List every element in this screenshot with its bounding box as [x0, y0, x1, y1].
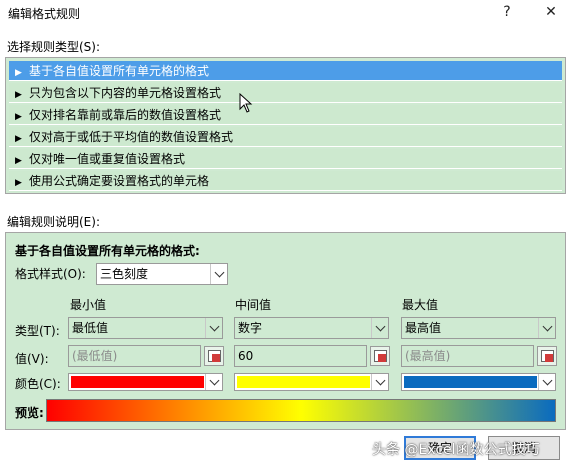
rule-type-item-label: 仅对高于或低于平均值的数值设置格式	[29, 130, 234, 144]
format-style-label: 格式样式(O):	[15, 267, 86, 281]
max-value-input[interactable]: (最高值)	[401, 345, 534, 367]
type-label: 类型(T):	[15, 324, 60, 338]
rule-type-item[interactable]: ▶ 使用公式确定要设置格式的单元格	[9, 171, 562, 191]
triangle-right-icon: ▶	[15, 90, 22, 100]
max-type-select[interactable]: 最高值	[401, 317, 556, 339]
mid-type-select[interactable]: 数字	[234, 317, 389, 339]
max-value-picker-icon[interactable]	[537, 346, 557, 366]
triangle-right-icon: ▶	[15, 134, 22, 144]
min-type-value: 最低值	[72, 321, 109, 335]
rule-type-label: 选择规则类型(S):	[7, 40, 101, 54]
close-button[interactable]: ✕	[540, 2, 562, 22]
description-heading: 基于各自值设置所有单元格的格式:	[15, 244, 200, 258]
mid-column-header: 中间值	[235, 298, 272, 312]
chevron-down-icon	[205, 318, 222, 338]
chevron-down-icon	[210, 264, 227, 284]
rule-type-list: ▶ 基于各自值设置所有单元格的格式 ▶ 只为包含以下内容的单元格设置格式 ▶ 仅对排名靠前…	[5, 57, 566, 194]
max-type-value: 最高值	[405, 321, 442, 335]
rule-type-item-label: 仅对唯一值或重复值设置格式	[29, 152, 186, 166]
chevron-down-icon	[371, 318, 388, 338]
mid-color-select[interactable]	[234, 373, 389, 391]
triangle-right-icon: ▶	[15, 112, 22, 122]
rule-type-item-label: 使用公式确定要设置格式的单元格	[29, 174, 210, 188]
rule-description-label: 编辑规则说明(E):	[7, 215, 100, 229]
rule-type-item[interactable]: ▶ 基于各自值设置所有单元格的格式	[9, 61, 562, 81]
chevron-down-icon	[538, 318, 555, 338]
triangle-right-icon: ▶	[15, 68, 22, 78]
chevron-down-icon	[371, 374, 388, 390]
min-value-input[interactable]: (最低值)	[68, 345, 201, 367]
mid-color-swatch	[237, 376, 370, 388]
format-style-value: 三色刻度	[100, 267, 149, 281]
color-label: 颜色(C):	[15, 377, 61, 391]
max-column-header: 最大值	[402, 298, 439, 312]
dialog-title: 编辑格式规则	[8, 7, 81, 21]
help-button[interactable]: ?	[496, 2, 518, 22]
format-style-select[interactable]: 三色刻度	[96, 263, 228, 285]
mid-value-picker-icon[interactable]	[370, 346, 390, 366]
min-color-swatch	[71, 376, 204, 388]
value-label: 值(V):	[15, 352, 49, 366]
min-color-select[interactable]	[68, 373, 223, 391]
rule-description-panel: 基于各自值设置所有单元格的格式: 格式样式(O): 三色刻度 最小值 中间值 最…	[5, 232, 566, 430]
rule-type-item-label: 仅对排名靠前或靠后的数值设置格式	[29, 108, 222, 122]
rule-type-item[interactable]: ▶ 仅对高于或低于平均值的数值设置格式	[9, 127, 562, 147]
min-type-select[interactable]: 最低值	[68, 317, 223, 339]
mouse-cursor-icon	[239, 93, 253, 113]
min-value-picker-icon[interactable]	[204, 346, 224, 366]
rule-type-item-label: 基于各自值设置所有单元格的格式	[29, 64, 210, 78]
chevron-down-icon	[205, 374, 222, 390]
rule-type-item-label: 只为包含以下内容的单元格设置格式	[29, 86, 222, 100]
preview-label: 预览:	[15, 406, 44, 420]
mid-type-value: 数字	[238, 321, 263, 335]
max-color-swatch	[404, 376, 537, 388]
rule-type-item[interactable]: ▶ 仅对排名靠前或靠后的数值设置格式	[9, 105, 562, 125]
triangle-right-icon: ▶	[15, 178, 22, 188]
rule-type-item[interactable]: ▶ 仅对唯一值或重复值设置格式	[9, 149, 562, 169]
color-scale-preview	[46, 399, 556, 422]
rule-type-item[interactable]: ▶ 只为包含以下内容的单元格设置格式	[9, 83, 562, 103]
watermark: 头条 @Excel函数公式技巧	[372, 442, 540, 458]
max-color-select[interactable]	[401, 373, 556, 391]
mid-value-input[interactable]: 60	[234, 345, 367, 367]
chevron-down-icon	[538, 374, 555, 390]
triangle-right-icon: ▶	[15, 156, 22, 166]
min-column-header: 最小值	[70, 298, 107, 312]
